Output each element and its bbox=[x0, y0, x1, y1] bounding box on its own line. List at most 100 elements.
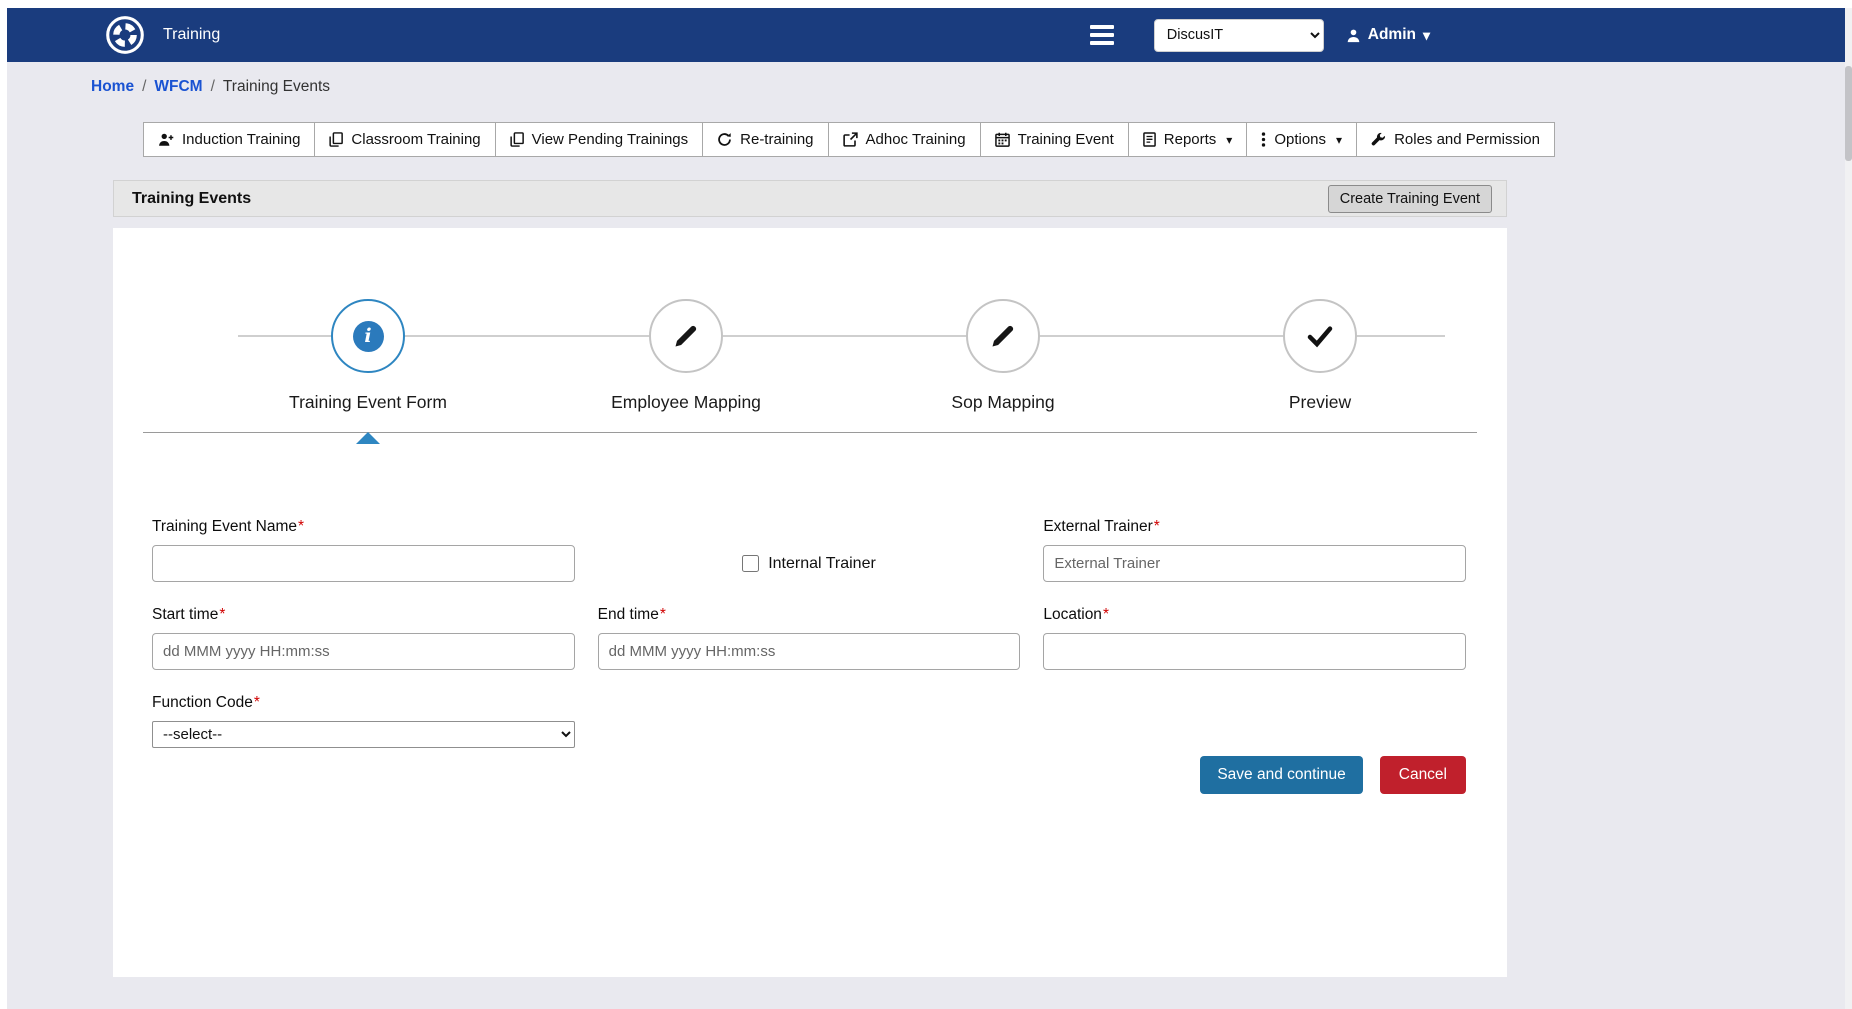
function-code-label: Function Code* bbox=[152, 694, 575, 712]
start-time-input[interactable] bbox=[152, 633, 575, 670]
field-training-event-name: Training Event Name* bbox=[152, 518, 575, 582]
external-link-icon bbox=[843, 132, 858, 147]
wrench-icon bbox=[1371, 132, 1386, 147]
breadcrumb-current: Training Events bbox=[223, 78, 330, 96]
required-asterisk: * bbox=[219, 606, 225, 623]
toolbar-label: View Pending Trainings bbox=[532, 131, 689, 148]
training-event-name-input[interactable] bbox=[152, 545, 575, 582]
wizard-step-circle[interactable] bbox=[1283, 299, 1357, 373]
wizard-step-preview[interactable]: Preview bbox=[1200, 299, 1440, 413]
chevron-down-icon: ▾ bbox=[1336, 133, 1342, 147]
wizard-divider bbox=[143, 432, 1477, 433]
module-toolbar: Induction Training Classroom Training Vi… bbox=[143, 122, 1845, 157]
wizard-step-training-event-form[interactable]: i Training Event Form bbox=[248, 299, 488, 413]
user-icon bbox=[1346, 28, 1361, 43]
toolbar-label: Classroom Training bbox=[351, 131, 480, 148]
breadcrumb-separator: / bbox=[211, 78, 215, 96]
app-viewport: Training DiscusIT Admin ▾ Home / WFCM / bbox=[7, 8, 1845, 1009]
required-asterisk: * bbox=[298, 518, 304, 535]
user-menu[interactable]: Admin ▾ bbox=[1346, 26, 1430, 44]
user-label: Admin bbox=[1368, 26, 1416, 44]
breadcrumb: Home / WFCM / Training Events bbox=[91, 78, 1845, 96]
training-event-name-label: Training Event Name* bbox=[152, 518, 575, 536]
hamburger-menu-icon[interactable] bbox=[1088, 21, 1116, 49]
pencil-icon bbox=[988, 321, 1018, 351]
app-logo-icon bbox=[105, 15, 145, 55]
refresh-icon bbox=[717, 132, 732, 147]
report-icon bbox=[1143, 132, 1156, 147]
required-asterisk: * bbox=[254, 694, 260, 711]
location-label: Location* bbox=[1043, 606, 1466, 624]
end-time-label: End time* bbox=[598, 606, 1021, 624]
toolbar-classroom-training[interactable]: Classroom Training bbox=[314, 122, 495, 157]
create-training-event-button[interactable]: Create Training Event bbox=[1328, 185, 1492, 213]
cancel-button[interactable]: Cancel bbox=[1380, 756, 1466, 794]
scrollbar-thumb[interactable] bbox=[1845, 66, 1852, 161]
function-code-select[interactable]: --select-- bbox=[152, 721, 575, 748]
external-trainer-input[interactable] bbox=[1043, 545, 1466, 582]
info-icon: i bbox=[353, 321, 384, 352]
calendar-icon bbox=[995, 132, 1010, 147]
external-trainer-label: External Trainer* bbox=[1043, 518, 1466, 536]
form-actions: Save and continue Cancel bbox=[113, 756, 1507, 794]
person-plus-icon bbox=[158, 132, 174, 147]
wizard-step-circle[interactable]: i bbox=[331, 299, 405, 373]
top-navbar: Training DiscusIT Admin ▾ bbox=[7, 8, 1845, 62]
required-asterisk: * bbox=[1154, 518, 1160, 535]
required-asterisk: * bbox=[1103, 606, 1109, 623]
wizard-step-circle[interactable] bbox=[649, 299, 723, 373]
chevron-down-icon: ▾ bbox=[1226, 133, 1232, 147]
page-title: Training Events bbox=[132, 190, 251, 208]
toolbar-re-training[interactable]: Re-training bbox=[702, 122, 828, 157]
toolbar-roles-and-permission[interactable]: Roles and Permission bbox=[1356, 122, 1555, 157]
wizard-step-sop-mapping[interactable]: Sop Mapping bbox=[883, 299, 1123, 413]
training-event-panel: i Training Event Form Employee Mapping S… bbox=[113, 228, 1507, 977]
org-select[interactable]: DiscusIT bbox=[1154, 19, 1324, 52]
toolbar-adhoc-training[interactable]: Adhoc Training bbox=[828, 122, 981, 157]
copy-icon bbox=[510, 132, 524, 147]
toolbar-label: Adhoc Training bbox=[866, 131, 966, 148]
internal-trainer-checkbox[interactable] bbox=[742, 555, 759, 572]
wizard-step-label: Training Event Form bbox=[248, 392, 488, 413]
field-end-time: End time* bbox=[598, 606, 1021, 670]
breadcrumb-separator: / bbox=[142, 78, 146, 96]
active-step-pointer-icon bbox=[356, 432, 380, 444]
toolbar-induction-training[interactable]: Induction Training bbox=[143, 122, 315, 157]
end-time-input[interactable] bbox=[598, 633, 1021, 670]
check-icon bbox=[1304, 320, 1336, 352]
wizard-step-employee-mapping[interactable]: Employee Mapping bbox=[566, 299, 806, 413]
field-function-code: Function Code* --select-- bbox=[152, 694, 575, 748]
toolbar-training-event[interactable]: Training Event bbox=[980, 122, 1129, 157]
required-asterisk: * bbox=[660, 606, 666, 623]
wizard-step-label: Sop Mapping bbox=[883, 392, 1123, 413]
location-input[interactable] bbox=[1043, 633, 1466, 670]
page: Training DiscusIT Admin ▾ Home / WFCM / bbox=[0, 0, 1852, 1009]
toolbar-options-dropdown[interactable]: Options ▾ bbox=[1246, 122, 1357, 157]
toolbar-view-pending-trainings[interactable]: View Pending Trainings bbox=[495, 122, 704, 157]
field-start-time: Start time* bbox=[152, 606, 575, 670]
toolbar-label: Re-training bbox=[740, 131, 813, 148]
brand-title: Training bbox=[163, 26, 220, 44]
chevron-down-icon: ▾ bbox=[1423, 27, 1430, 44]
copy-icon bbox=[329, 132, 343, 147]
wizard-step-label: Employee Mapping bbox=[566, 392, 806, 413]
toolbar-label: Induction Training bbox=[182, 131, 300, 148]
breadcrumb-wfcm[interactable]: WFCM bbox=[154, 78, 202, 96]
panel-header: Training Events Create Training Event bbox=[113, 180, 1507, 217]
field-location: Location* bbox=[1043, 606, 1466, 670]
field-external-trainer: External Trainer* bbox=[1043, 518, 1466, 582]
wizard-steps: i Training Event Form Employee Mapping S… bbox=[113, 228, 1507, 432]
internal-trainer-label: Internal Trainer bbox=[768, 555, 876, 573]
wizard-step-circle[interactable] bbox=[966, 299, 1040, 373]
breadcrumb-home[interactable]: Home bbox=[91, 78, 134, 96]
toolbar-reports-dropdown[interactable]: Reports ▾ bbox=[1128, 122, 1248, 157]
internal-trainer-option: Internal Trainer bbox=[598, 545, 1021, 582]
pencil-icon bbox=[671, 321, 701, 351]
vertical-scrollbar[interactable] bbox=[1845, 8, 1852, 1009]
toolbar-label: Training Event bbox=[1018, 131, 1114, 148]
dots-vertical-icon bbox=[1261, 132, 1266, 147]
toolbar-label: Options bbox=[1274, 131, 1326, 148]
save-and-continue-button[interactable]: Save and continue bbox=[1200, 756, 1362, 794]
wizard-step-label: Preview bbox=[1200, 392, 1440, 413]
start-time-label: Start time* bbox=[152, 606, 575, 624]
